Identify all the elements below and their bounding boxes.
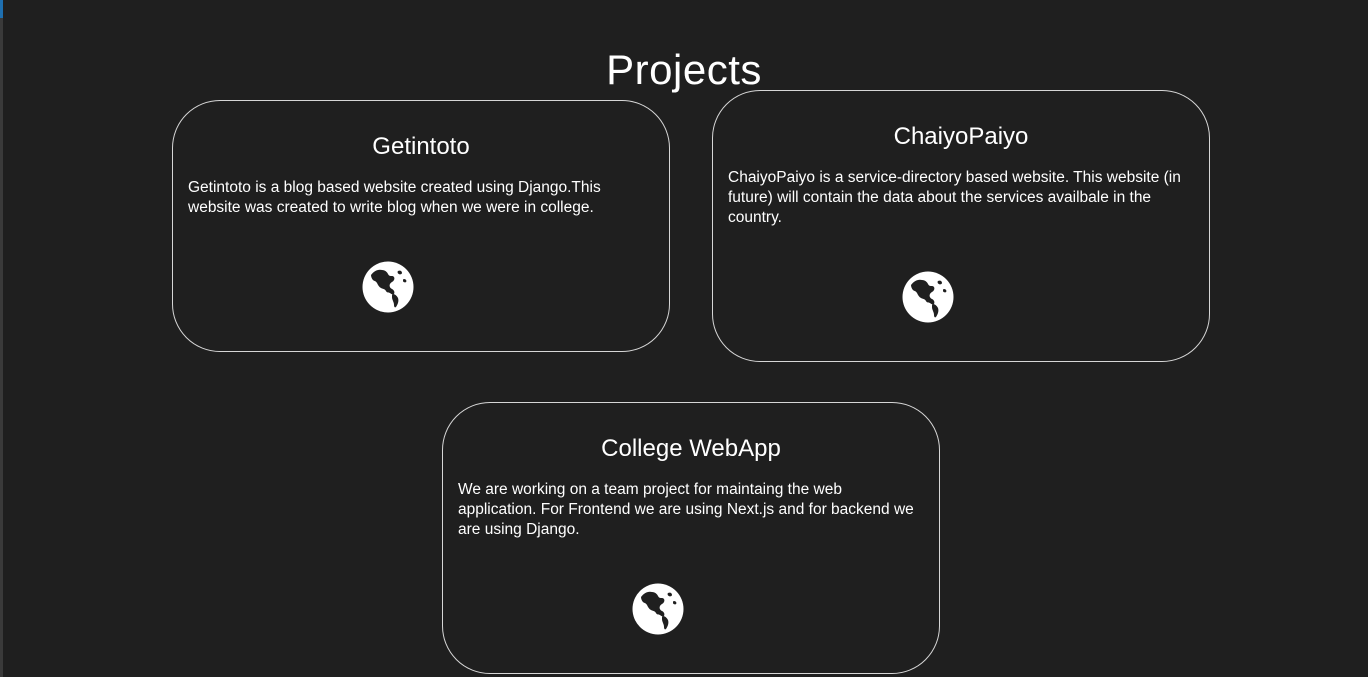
project-card-getintoto: Getintoto Getintoto is a blog based webs…	[172, 100, 670, 352]
project-description: ChaiyoPaiyo is a service-directory based…	[728, 169, 1181, 226]
project-description: We are working on a team project for mai…	[458, 481, 914, 538]
globe-icon[interactable]	[902, 271, 954, 323]
project-title: College WebApp	[601, 435, 781, 462]
project-description: Getintoto is a blog based website create…	[188, 179, 601, 216]
window-edge-accent	[0, 0, 3, 18]
globe-icon[interactable]	[362, 261, 414, 313]
projects-page: Projects Getintoto Getintoto is a blog b…	[0, 0, 1368, 677]
project-title: ChaiyoPaiyo	[893, 123, 1029, 150]
globe-icon[interactable]	[632, 583, 684, 635]
project-card-chaiyopaiyo: ChaiyoPaiyo ChaiyoPaiyo is a service-dir…	[712, 90, 1210, 362]
window-edge	[0, 0, 3, 677]
project-title: Getintoto	[372, 133, 470, 160]
project-card-college-webapp: College WebApp We are working on a team …	[442, 402, 940, 674]
